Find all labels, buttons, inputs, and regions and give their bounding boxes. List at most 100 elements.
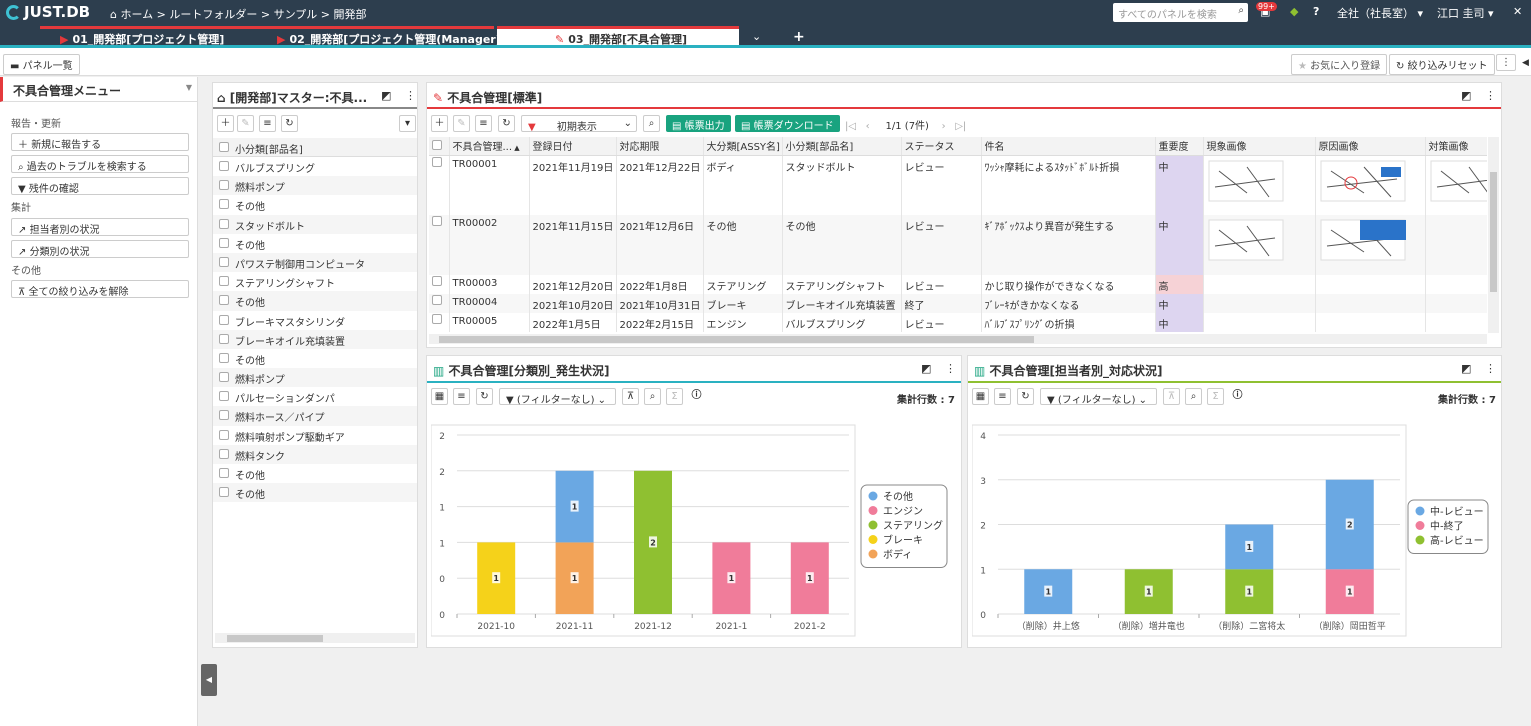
info-icon[interactable]: ⓘ <box>688 388 705 405</box>
row-checkbox[interactable] <box>219 468 229 478</box>
edit-icon[interactable]: ✎ <box>237 115 254 132</box>
new-report-button[interactable]: ＋ 新規に報告する <box>11 133 189 151</box>
sum-icon[interactable]: Σ <box>666 388 683 405</box>
legend-item[interactable]: ブレーキ <box>883 534 923 547</box>
first-page-icon[interactable]: |◁ <box>845 121 856 132</box>
column-header[interactable]: 対応期限 <box>616 137 704 156</box>
row-checkbox[interactable] <box>219 218 229 229</box>
maximize-icon[interactable]: ◩ <box>1461 362 1471 375</box>
row-checkbox[interactable] <box>219 333 229 344</box>
master-list-item[interactable]: その他 <box>213 195 417 214</box>
next-page-icon[interactable]: › <box>942 121 946 132</box>
cause-image-cell[interactable] <box>1315 313 1426 332</box>
last-page-icon[interactable]: ▷| <box>955 121 966 132</box>
row-checkbox[interactable] <box>432 276 442 286</box>
menu-dropdown-icon[interactable]: ▼ <box>186 83 192 92</box>
master-list-item[interactable]: その他 <box>213 234 417 253</box>
table-row[interactable]: TR00001 2021年11月19日 2021年12月22日 ボディ スタッドボルト レ… <box>429 155 1487 215</box>
drawing-thumbnail-icon[interactable] <box>1207 216 1287 264</box>
maximize-icon[interactable]: ◩ <box>921 362 931 375</box>
row-select-cell[interactable] <box>429 294 450 313</box>
panel-menu-icon[interactable]: ⋮ <box>945 362 956 375</box>
master-list-item[interactable]: パルセーションダンパ <box>213 387 417 406</box>
search-icon[interactable]: ⌕ <box>1238 5 1244 16</box>
user-menu[interactable]: 江口 圭司 ▾ <box>1437 5 1494 21</box>
row-checkbox[interactable] <box>219 237 229 248</box>
report-download-button[interactable]: ▤ 帳票ダウンロード <box>735 115 840 132</box>
master-list-item[interactable]: 燃料ホース／パイプ <box>213 406 417 426</box>
column-header[interactable]: 不具合管理... ▲ <box>449 137 530 156</box>
list-icon[interactable]: ≡ <box>259 115 276 132</box>
master-list-item[interactable]: その他 <box>213 291 417 311</box>
row-checkbox[interactable] <box>432 156 442 167</box>
row-checkbox[interactable] <box>432 216 442 226</box>
column-header[interactable]: 重要度 <box>1155 137 1204 156</box>
category-status-button[interactable]: ↗ 分類別の状況 <box>11 240 189 258</box>
countermeasure-image-cell[interactable] <box>1425 275 1487 294</box>
table-view-icon[interactable]: ▦ <box>431 388 448 405</box>
pager[interactable]: |◁ ‹ 1/1 (7件) › ▷| <box>845 117 966 132</box>
maximize-icon[interactable]: ◩ <box>1461 89 1471 102</box>
drawing-thumbnail-icon[interactable] <box>1319 216 1409 264</box>
scrollbar-thumb[interactable] <box>227 635 323 642</box>
search-icon[interactable]: ⌕ <box>1185 388 1202 405</box>
drawing-thumbnail-icon[interactable] <box>1429 157 1488 205</box>
row-checkbox[interactable] <box>219 429 229 440</box>
legend-item[interactable]: ボディ <box>883 548 912 561</box>
panel-list-button[interactable]: ▬ パネル一覧 <box>3 54 80 75</box>
row-checkbox[interactable] <box>219 372 229 383</box>
cause-image-cell[interactable] <box>1315 215 1426 275</box>
list-icon[interactable]: ≡ <box>994 388 1011 405</box>
column-header[interactable]: 件名 <box>981 137 1156 156</box>
select-all-cell[interactable] <box>429 137 450 156</box>
edit-icon[interactable]: ✎ <box>453 115 470 132</box>
row-checkbox[interactable] <box>432 314 442 324</box>
table-row[interactable]: TR00005 2022年1月5日 2022年2月15日 エンジン バルブスプリング レビ… <box>429 313 1487 332</box>
scrollbar-thumb[interactable] <box>1490 172 1497 292</box>
search-icon[interactable]: ⌕ <box>643 115 660 132</box>
refresh-icon[interactable]: ↻ <box>1017 388 1034 405</box>
select-all-checkbox[interactable] <box>219 142 229 152</box>
legend-item[interactable]: ステアリング <box>883 519 943 532</box>
row-checkbox[interactable] <box>219 256 229 267</box>
master-list-item[interactable]: パワステ制御用コンピュータ <box>213 252 417 273</box>
horizontal-scrollbar[interactable] <box>429 334 1487 344</box>
column-header[interactable]: 原因画像 <box>1315 137 1426 156</box>
master-list-item[interactable]: その他 <box>213 464 417 483</box>
panel-menu-icon[interactable]: ⋮ <box>1485 362 1496 375</box>
countermeasure-image-cell[interactable] <box>1425 294 1487 313</box>
row-checkbox[interactable] <box>219 180 229 191</box>
add-icon[interactable]: ＋ <box>217 115 234 132</box>
search-icon[interactable]: ⌕ <box>644 388 661 405</box>
collapse-left-icon[interactable]: ◀ <box>201 664 217 696</box>
app-logo[interactable]: JUST.DB <box>6 3 90 21</box>
legend-item[interactable]: エンジン <box>883 507 923 518</box>
master-list-item[interactable]: 燃料ポンプ <box>213 368 417 388</box>
phenomenon-image-cell[interactable] <box>1203 294 1316 313</box>
refresh-icon[interactable]: ↻ <box>498 115 515 132</box>
breadcrumb[interactable]: ⌂ ホーム > ルートフォルダー > サンプル > 開発部 <box>110 6 366 22</box>
row-select-cell[interactable] <box>429 155 450 215</box>
select-all-checkbox[interactable] <box>432 140 442 151</box>
panel-menu-icon[interactable]: ⋮ <box>1485 89 1496 102</box>
report-output-button[interactable]: ▤ 帳票出力 <box>666 115 731 132</box>
master-list-item[interactable]: 燃料タンク <box>213 444 417 464</box>
remaining-button[interactable]: ▼ 残件の確認 <box>11 177 189 195</box>
drawing-thumbnail-icon[interactable] <box>1207 157 1287 205</box>
chart1-filter-select[interactable]: ▼ (フィルターなし) ⌄ <box>499 388 616 406</box>
horizontal-scrollbar[interactable] <box>215 633 415 643</box>
list-icon[interactable]: ≡ <box>475 115 492 132</box>
dropdown-icon[interactable]: ▾ <box>399 115 416 132</box>
panel-menu-icon[interactable]: ⋮ <box>405 89 416 102</box>
legend-item[interactable]: 中-終了 <box>1430 520 1464 533</box>
scrollbar-thumb[interactable] <box>439 336 1034 343</box>
favorite-button[interactable]: ★ お気に入り登録 <box>1291 54 1388 75</box>
master-list-item[interactable]: 燃料ポンプ <box>213 176 417 196</box>
sort-asc-icon[interactable]: ▲ <box>512 144 519 152</box>
row-checkbox[interactable] <box>219 276 229 287</box>
row-checkbox[interactable] <box>432 295 442 305</box>
master-list-item[interactable]: その他 <box>213 349 417 368</box>
phenomenon-image-cell[interactable] <box>1203 313 1316 332</box>
column-header[interactable]: 小分類[部品名] <box>782 137 902 156</box>
notification-icon[interactable]: ▣ 99+ <box>1256 2 1277 18</box>
